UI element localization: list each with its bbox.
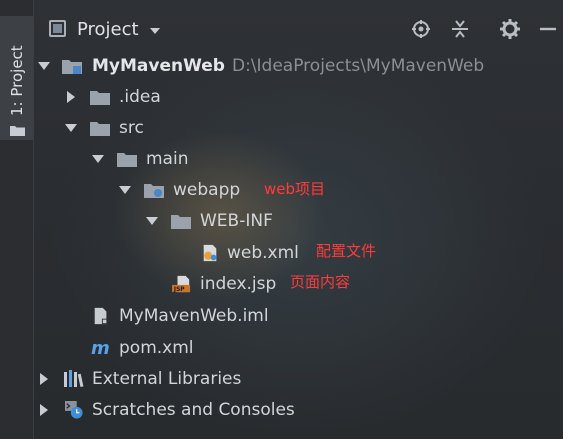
maven-icon: m [91,339,110,357]
expanded-arrow-icon[interactable] [145,214,159,228]
tree-node-main[interactable]: main [34,144,563,175]
collapse-all-button[interactable] [448,17,472,41]
settings-button[interactable] [498,17,522,41]
locate-button[interactable] [409,17,433,41]
folder-icon [90,122,110,136]
folder-icon [90,91,110,105]
folder-icon [117,153,137,167]
collapse-all-icon [452,20,468,38]
expanded-arrow-icon[interactable] [91,152,105,166]
jsp-file-icon: JSP [172,275,191,293]
webapp-folder-label: webapp [173,180,241,200]
svg-text:m: m [91,339,110,357]
minimize-icon [540,27,556,31]
collapsed-arrow-icon[interactable] [37,372,51,386]
tree-node-iml[interactable]: MyMavenWeb.iml [34,301,563,332]
main-folder-label: main [146,149,189,169]
project-tool-tab-label: 1: Project [8,45,26,116]
tree-node-external-libraries[interactable]: External Libraries [34,364,563,395]
external-libraries-label: External Libraries [92,369,242,389]
scratches-icon [65,401,83,419]
module-folder-icon [62,60,82,74]
webapp-annotation: web项目 [264,180,326,198]
tree-node-src[interactable]: src [34,113,563,144]
tree-node-webxml[interactable]: web.xml [34,238,563,269]
iml-file-icon [94,307,108,325]
project-toolbar: Project [34,12,563,48]
expanded-arrow-icon[interactable] [37,59,51,73]
web-folder-icon [144,184,164,198]
tree-node-webinf[interactable]: WEB-INF [34,206,563,237]
indexjsp-file-label: index.jsp [200,274,277,294]
locate-icon [412,20,430,38]
tree-node-scratches[interactable]: Scratches and Consoles [34,395,563,426]
indexjsp-annotation: 页面内容 [290,273,351,291]
tool-window-strip: 1: Project [0,0,34,439]
pom-file-label: pom.xml [119,338,194,358]
idea-folder-label: .idea [119,87,161,107]
root-project-name: MyMavenWeb [92,56,225,76]
collapsed-arrow-icon[interactable] [64,90,78,104]
tree-node-pom[interactable]: m pom.xml [34,333,563,364]
project-view-title[interactable]: Project [77,19,139,40]
webxml-file-label: web.xml [227,243,299,263]
webinf-folder-label: WEB-INF [200,211,273,231]
minimize-button[interactable] [536,17,560,41]
scratches-label: Scratches and Consoles [92,400,295,420]
svg-text:JSP: JSP [173,287,185,293]
project-tool-tab[interactable]: 1: Project [0,16,33,140]
tree-node-idea[interactable]: .idea [34,82,563,113]
src-folder-label: src [119,118,144,138]
chevron-down-icon[interactable] [149,24,161,38]
webxml-annotation: 配置文件 [316,242,377,260]
library-icon [64,370,84,388]
expanded-arrow-icon[interactable] [118,183,132,197]
expanded-arrow-icon[interactable] [64,121,78,135]
web-xml-file-icon [203,244,217,262]
gear-icon [500,19,520,39]
iml-file-label: MyMavenWeb.iml [119,306,269,326]
root-project-path: D:\IdeaProjects\MyMavenWeb [232,56,485,76]
collapsed-arrow-icon[interactable] [37,403,51,417]
project-tree: MyMavenWeb D:\IdeaProjects\MyMavenWeb .i… [34,48,563,439]
folder-icon [10,126,25,136]
project-view-icon [49,20,66,37]
folder-icon [171,215,191,229]
tree-node-root[interactable]: MyMavenWeb D:\IdeaProjects\MyMavenWeb [34,51,563,82]
